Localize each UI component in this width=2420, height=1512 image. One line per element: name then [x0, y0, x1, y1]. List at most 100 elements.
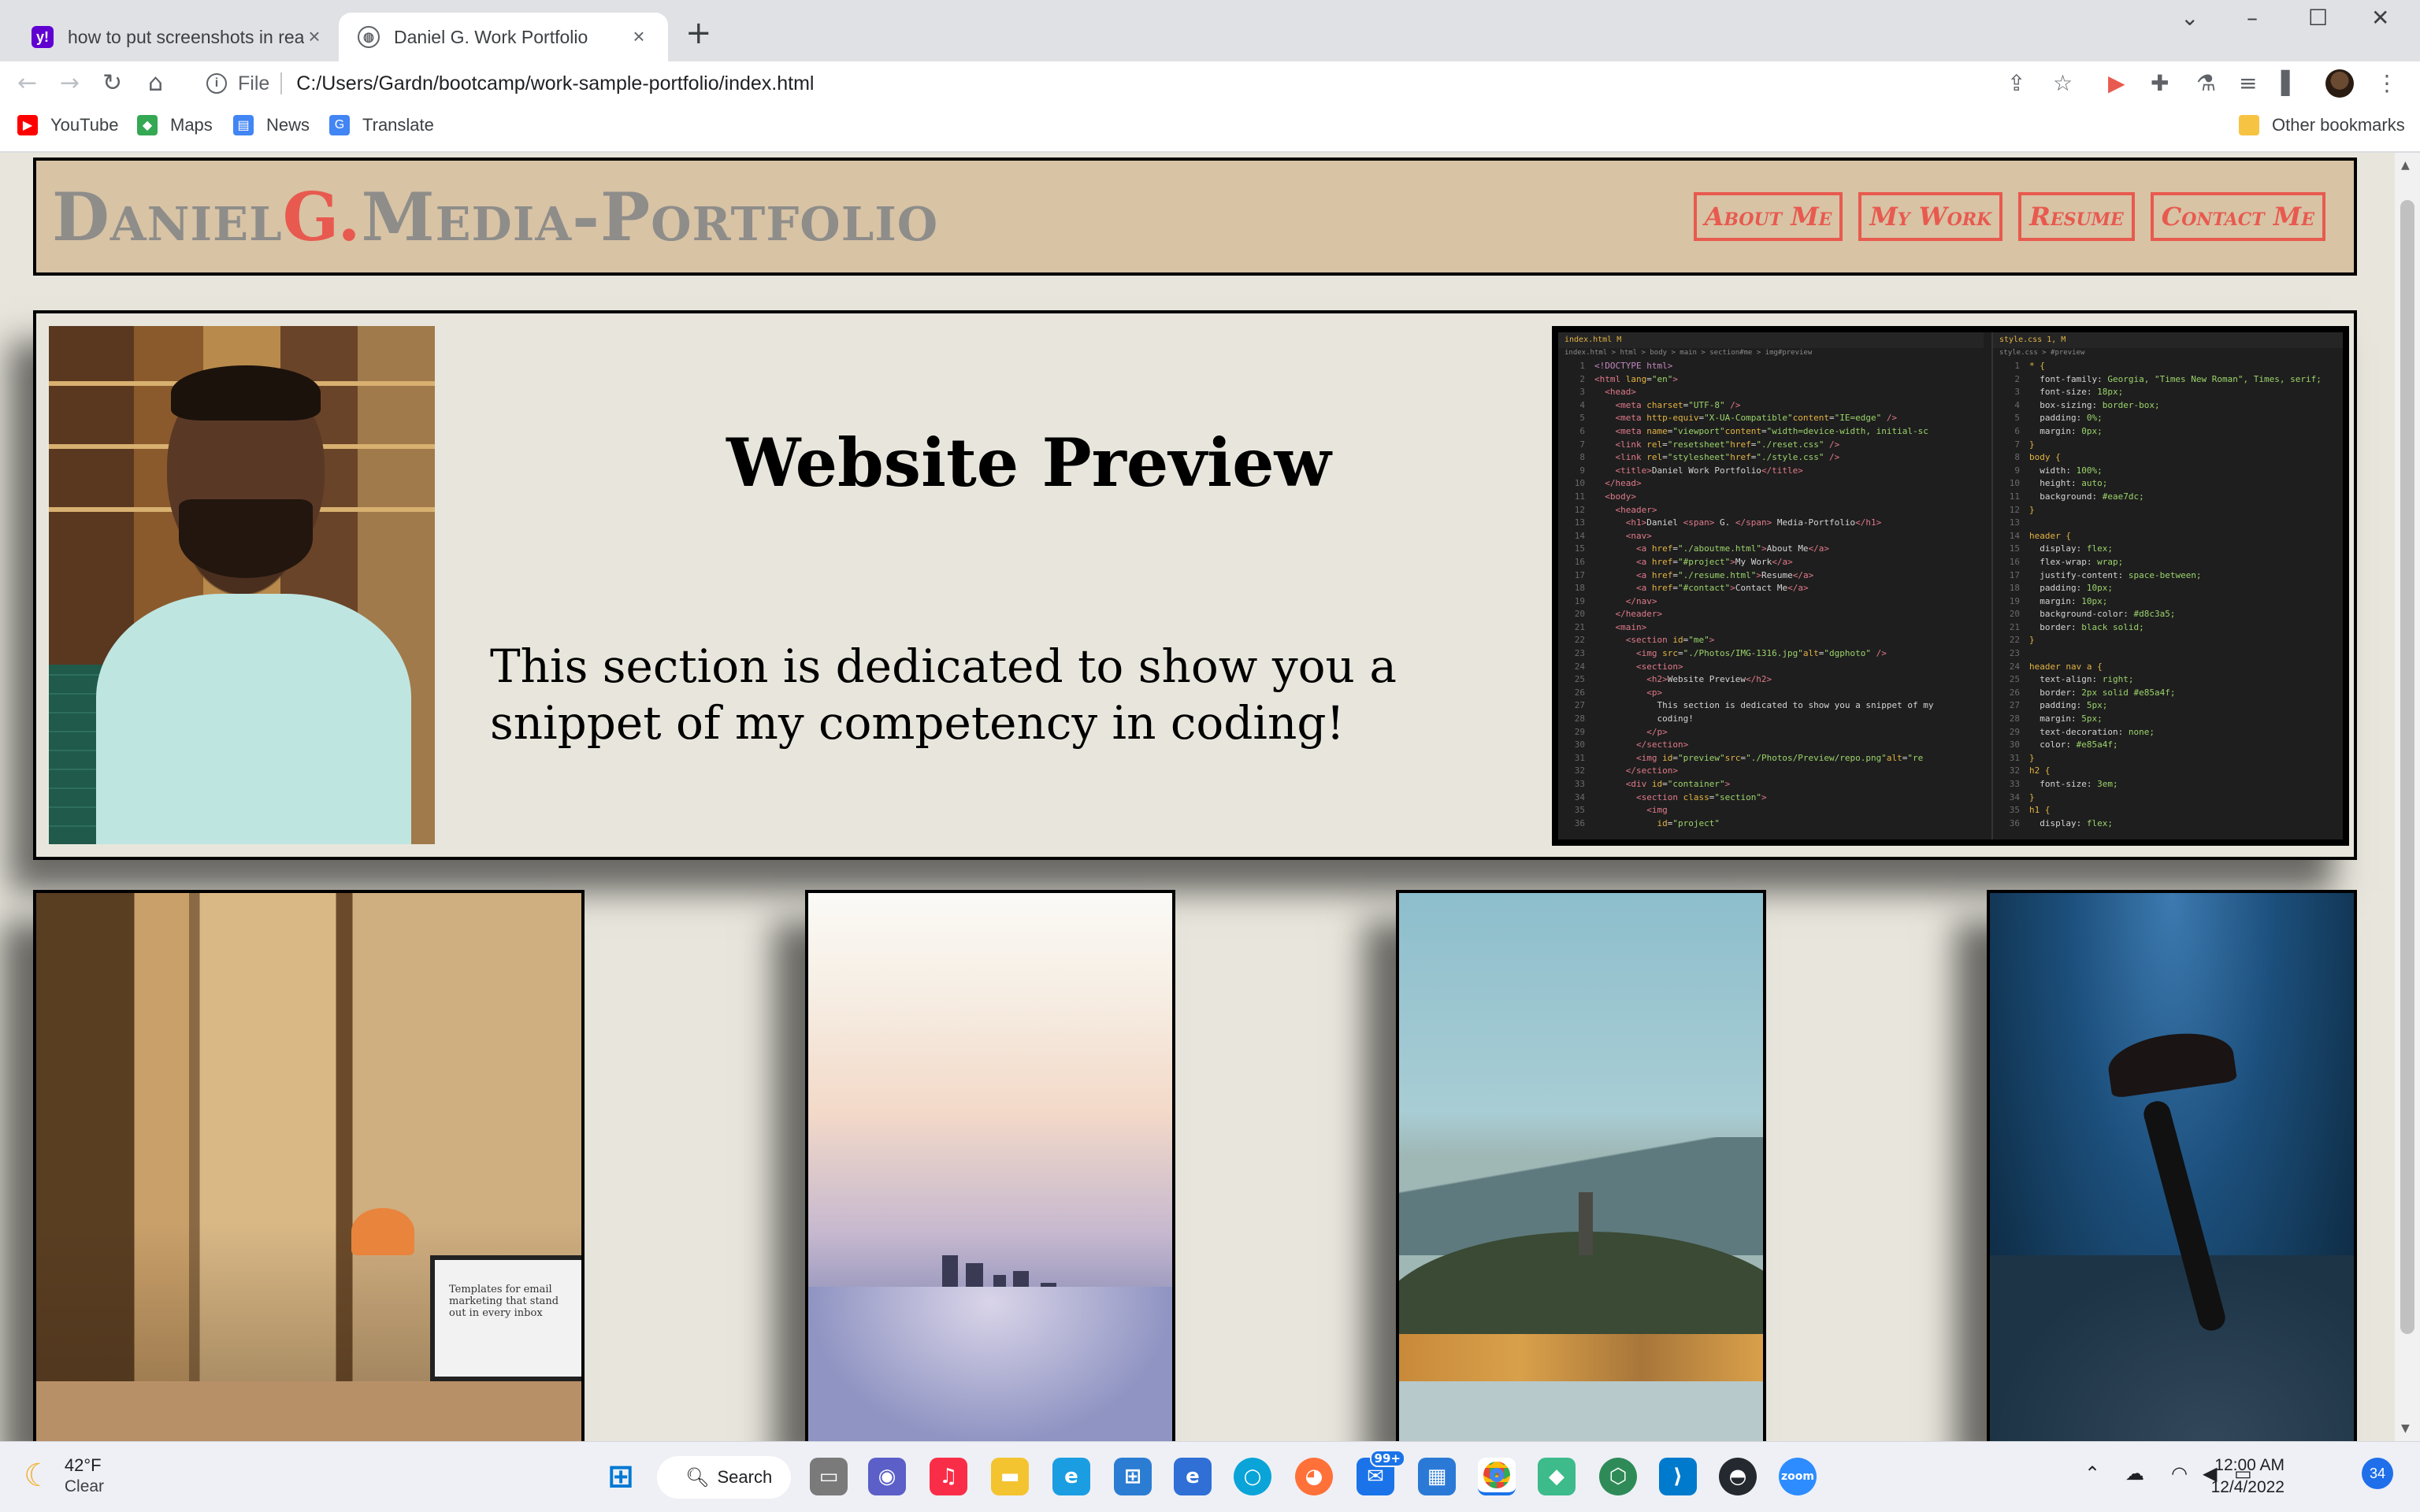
yahoo-icon: y!	[32, 26, 54, 48]
bookmark-label: Other bookmarks	[2272, 115, 2405, 135]
news-icon: ▤	[233, 115, 254, 135]
back-button[interactable]: ←	[17, 69, 37, 98]
site-header: DanielG.Media-Portfolio About Me My Work…	[33, 158, 2357, 276]
tray-overflow-icon[interactable]: ⌃	[2084, 1462, 2100, 1484]
menu-kebab-icon[interactable]: ⋮	[2376, 69, 2398, 98]
tab-portfolio[interactable]: ◍ Daniel G. Work Portfolio ×	[339, 13, 668, 61]
extensions-puzzle-icon[interactable]: ✚	[2151, 69, 2169, 98]
nav-my-work[interactable]: My Work	[1858, 192, 2003, 241]
alexa-icon[interactable]: ○	[1234, 1458, 1271, 1495]
weather-temp: 42°F	[64, 1455, 102, 1475]
bookmark-label: Maps	[170, 115, 213, 135]
editor-tab: index.html M	[1558, 332, 1984, 348]
share-icon[interactable]: ⇪	[2007, 69, 2025, 98]
css-code: 1 * { 2 font-family: Georgia, "Times New …	[2009, 361, 2322, 828]
github-icon[interactable]: ◓	[1719, 1458, 1757, 1495]
file-explorer-icon[interactable]: ▬	[991, 1458, 1029, 1495]
scroll-down-icon[interactable]: ▼	[2401, 1422, 2410, 1435]
home-button[interactable]: ⌂	[148, 69, 163, 98]
profile-avatar[interactable]	[2325, 69, 2354, 98]
weather-widget[interactable]: ☾ 42°F Clear	[24, 1455, 104, 1497]
code-editor-screenshot: index.html M index.html > html > body > …	[1558, 332, 2343, 839]
tab-title: Daniel G. Work Portfolio	[394, 26, 588, 47]
labs-flask-icon[interactable]: ⚗	[2196, 69, 2216, 98]
editor-tab: style.css 1, M	[1993, 332, 2343, 348]
site-info-icon[interactable]: i	[206, 73, 227, 94]
sourcetree-icon[interactable]: ◆	[1538, 1458, 1576, 1495]
autumn-trees	[1399, 1334, 1763, 1381]
scroll-up-icon[interactable]: ▲	[2401, 159, 2410, 172]
bookmark-maps[interactable]: ◆ Maps	[137, 115, 213, 135]
title-last: Media-Portfolio	[361, 177, 939, 256]
music-icon[interactable]: ♫	[930, 1458, 967, 1495]
tab-readme-search[interactable]: y! how to put screenshots in readme ×	[13, 13, 343, 61]
scrollbar-thumb[interactable]	[2400, 200, 2414, 1334]
nav-contact-me[interactable]: Contact Me	[2150, 192, 2325, 241]
chat-icon[interactable]: ◉	[868, 1458, 906, 1495]
desk-lamp	[351, 1208, 414, 1255]
new-tab-button[interactable]: +	[685, 17, 712, 49]
close-tab-icon[interactable]: ×	[304, 26, 325, 47]
lake	[1399, 1381, 1763, 1441]
calendar-icon[interactable]: ▦	[1418, 1458, 1456, 1495]
tab-search-icon[interactable]: ⌄	[2181, 5, 2199, 31]
notification-badge[interactable]: 34	[2362, 1458, 2393, 1489]
umbrella	[2104, 1026, 2238, 1099]
weather-condition: Clear	[64, 1477, 105, 1495]
zoom-icon[interactable]: zoom	[1779, 1458, 1817, 1495]
project-image-pagoda[interactable]	[1396, 890, 1766, 1441]
edge-icon[interactable]: e	[1052, 1458, 1090, 1495]
maximize-button[interactable]: ☐	[2308, 5, 2328, 31]
store-icon[interactable]: ⊞	[1114, 1458, 1152, 1495]
other-bookmarks[interactable]: Other bookmarks	[2239, 115, 2405, 135]
site-nav: About Me My Work Resume Contact Me	[1693, 192, 2325, 241]
bookmark-translate[interactable]: G Translate	[329, 115, 434, 135]
profile-photo	[49, 326, 435, 844]
edge-dev-icon[interactable]: e	[1174, 1458, 1212, 1495]
side-panel-icon[interactable]: ▌	[2281, 69, 2299, 98]
bookmark-news[interactable]: ▤ News	[233, 115, 310, 135]
bookmark-youtube[interactable]: ▶ YouTube	[17, 115, 118, 135]
mail-icon[interactable]: ✉ 99+	[1357, 1450, 1405, 1495]
mail-badge: 99+	[1369, 1450, 1405, 1467]
close-tab-icon[interactable]: ×	[629, 26, 649, 47]
about-section: Website Preview This section is dedicate…	[33, 310, 2357, 860]
sea-floor	[1990, 1255, 2354, 1441]
start-button[interactable]: ⊞	[602, 1458, 640, 1495]
system-clock[interactable]: 12:00 AM 12/4/2022	[2158, 1455, 2285, 1499]
chrome-icon[interactable]	[1478, 1458, 1516, 1495]
task-view-icon[interactable]: ▭	[810, 1458, 848, 1495]
monitor: Templates for email marketing that stand…	[430, 1255, 581, 1381]
editor-breadcrumb: style.css > #preview	[1999, 349, 2085, 357]
editor-breadcrumb: index.html > html > body > main > sectio…	[1564, 349, 1813, 357]
nav-about-me[interactable]: About Me	[1693, 192, 1843, 241]
gitkraken-icon[interactable]: ⬡	[1599, 1458, 1637, 1495]
title-accent: G.	[282, 177, 362, 256]
taskbar-search[interactable]: 🔍︎ Search	[657, 1456, 791, 1499]
forward-button[interactable]: →	[60, 69, 80, 98]
bookmark-label: YouTube	[50, 115, 119, 135]
onedrive-icon[interactable]: ☁	[2125, 1462, 2144, 1484]
bookmarks-bar: ▶ YouTube ◆ Maps ▤ News G Translate Othe…	[0, 106, 2420, 153]
css-pane: style.css 1, M style.css > #preview 1 * {…	[1991, 332, 2343, 839]
scheme-label: File	[238, 72, 270, 94]
project-image-underwater[interactable]	[1987, 890, 2357, 1441]
project-image-desk[interactable]: Templates for email marketing that stand…	[33, 890, 585, 1441]
url-text[interactable]: C:/Users/Gardn/bootcamp/work-sample-port…	[296, 72, 814, 95]
site-title: DanielG.Media-Portfolio	[52, 178, 938, 256]
page-scrollbar[interactable]: ▲ ▼	[2395, 153, 2420, 1441]
close-window-button[interactable]: ✕	[2371, 5, 2389, 31]
firefox-icon[interactable]: ◕	[1295, 1458, 1333, 1495]
section-title: Website Preview	[726, 424, 1331, 502]
minimize-button[interactable]: –	[2247, 5, 2258, 31]
vscode-icon[interactable]: ⟩	[1659, 1458, 1697, 1495]
divider	[280, 72, 283, 94]
media-queue-icon[interactable]: ≡	[2239, 69, 2257, 98]
address-bar[interactable]: i File C:/Users/Gardn/bootcamp/work-samp…	[197, 68, 2080, 99]
bookmark-star-icon[interactable]: ☆	[2053, 69, 2073, 98]
extension-red-icon[interactable]: ▶	[2108, 69, 2125, 98]
reload-button[interactable]: ↻	[102, 69, 122, 98]
nav-resume[interactable]: Resume	[2018, 192, 2135, 241]
project-image-city-clouds[interactable]	[805, 890, 1175, 1441]
tab-strip: y! how to put screenshots in readme × ◍ …	[0, 0, 2420, 61]
